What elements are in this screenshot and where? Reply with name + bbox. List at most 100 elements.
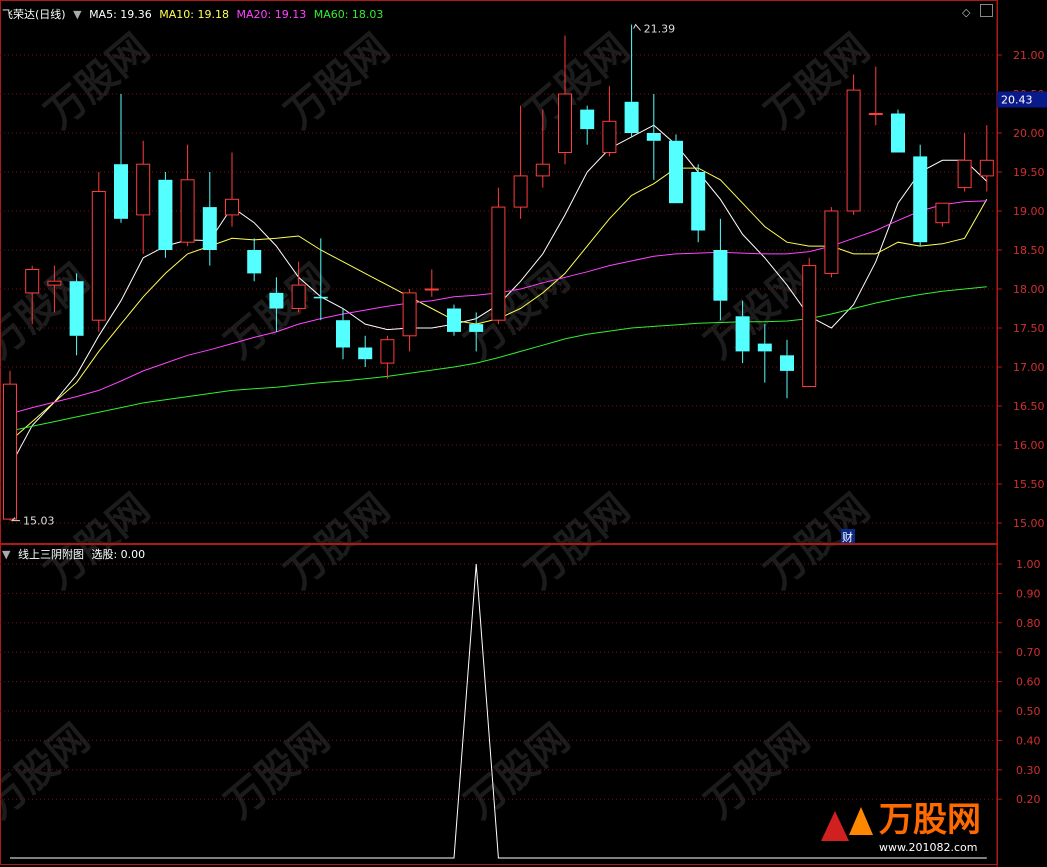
candlestick	[891, 109, 905, 153]
candlestick	[402, 289, 417, 352]
candle-body-up	[824, 210, 839, 274]
watermark-text: 万股网	[217, 715, 338, 827]
price-tick-label: 18.00	[1013, 283, 1045, 296]
watermark-text: 万股网	[37, 485, 158, 597]
candlestick	[3, 370, 17, 521]
candle-body-down	[735, 316, 750, 352]
candle-body-down	[69, 281, 84, 336]
candle-body-up	[225, 198, 239, 216]
price-tick-label: 15.00	[1013, 517, 1045, 530]
candle-body-up	[3, 383, 17, 520]
price-tick-label: 18.50	[1013, 244, 1045, 257]
candle-body-down	[336, 320, 350, 348]
ma5-label: MA5: 19.36	[89, 8, 152, 21]
watermark-pattern: 万股网 万股网 万股网 万股网万股网 万股网 万股网 万股网万股网 万股网 万股网 万股网万股网万…	[0, 25, 878, 827]
candle-body-down	[247, 250, 262, 274]
candlestick	[580, 105, 595, 145]
watermark-text: 万股网	[0, 255, 98, 367]
sub-legend: ▼ 线上三阴附图 选股: 0.00	[2, 546, 149, 562]
candle-body-down	[313, 296, 328, 299]
candlestick	[846, 74, 861, 215]
ma10-label: MA10: 19.18	[159, 8, 229, 21]
candlestick	[669, 134, 683, 204]
watermark-text: 万股网	[277, 485, 398, 597]
watermark-text: 万股网	[37, 25, 158, 137]
candlestick	[491, 187, 506, 325]
diamond-icon[interactable]: ◇	[962, 6, 970, 19]
watermark-text: 万股网	[277, 25, 398, 137]
price-tick-label: 15.50	[1013, 478, 1045, 491]
candlestick	[957, 133, 972, 192]
ma60-label: MA60: 18.03	[313, 8, 384, 21]
candle-body-down	[646, 133, 661, 141]
candle-body-down	[780, 355, 794, 371]
candle-body-up	[957, 159, 972, 189]
candlestick	[202, 172, 217, 266]
candlestick	[913, 144, 928, 247]
brand-watermark: 万股网 www.201082.com	[809, 789, 1029, 859]
candle-body-up	[25, 269, 40, 294]
candle-body-up	[846, 89, 861, 212]
finance-marker: 财	[842, 530, 853, 544]
candle-body-down	[469, 324, 484, 332]
candle-body-down	[447, 308, 461, 332]
candle-body-down	[114, 164, 128, 219]
candlestick	[358, 335, 373, 367]
chevron-down-icon[interactable]: ▼	[2, 548, 10, 561]
candlestick	[69, 273, 84, 356]
candlestick	[780, 339, 794, 399]
brand-url: www.201082.com	[879, 841, 977, 854]
candle-body-down	[358, 347, 373, 360]
watermark-text: 万股网	[517, 485, 638, 597]
candlestick	[868, 66, 883, 126]
indicator-tick-label: 0.40	[1016, 734, 1041, 747]
stock-chart[interactable]: 万股网 万股网 万股网 万股网万股网 万股网 万股网 万股网万股网 万股网 万股网 万股网万股网万…	[0, 0, 1047, 867]
candlestick	[247, 238, 262, 282]
candle-body-up	[935, 202, 950, 224]
high-arrow-icon	[633, 23, 641, 31]
price-tick-label: 17.00	[1013, 361, 1045, 374]
candle-body-up	[558, 93, 572, 153]
indicator-tick-label: 1.00	[1016, 558, 1041, 571]
candle-body-down	[913, 156, 928, 243]
candle-body-down	[624, 101, 639, 133]
ma20-label: MA20: 19.13	[236, 8, 307, 21]
candle-body-up	[180, 179, 195, 243]
candlestick	[513, 105, 528, 219]
candle-body-up	[91, 191, 106, 321]
watermark-text: 万股网	[0, 715, 98, 827]
price-tick-label: 16.50	[1013, 400, 1045, 413]
price-axis: 21.0020.5020.0019.5019.0018.5018.0017.50…	[997, 49, 1045, 806]
candle-body-up	[291, 284, 306, 310]
candlesticks[interactable]	[3, 24, 994, 521]
arrow-icon	[821, 811, 849, 841]
indicator-tick-label: 0.30	[1016, 764, 1041, 777]
candle-body-down	[891, 113, 905, 153]
indicator-tick-label: 0.90	[1016, 587, 1041, 600]
candle-body-up	[979, 159, 994, 177]
candlestick	[158, 172, 173, 258]
candle-body-down	[269, 292, 284, 309]
maximize-icon[interactable]	[980, 4, 993, 17]
candle-body-up	[380, 339, 395, 364]
candle-body-up	[47, 280, 62, 286]
candle-body-down	[757, 343, 772, 352]
stock-title: 飞荣达(日线)	[2, 8, 66, 21]
candle-body-down	[691, 172, 706, 231]
price-tick-label: 19.50	[1013, 166, 1045, 179]
watermark-text: 万股网	[697, 715, 818, 827]
watermark-text: 万股网	[217, 255, 338, 367]
candlestick	[136, 140, 151, 254]
indicator-tick-label: 0.60	[1016, 676, 1041, 689]
candle-body-up	[868, 113, 883, 115]
low-price-label: 15.03	[23, 515, 55, 528]
indicator-tick-label: 0.70	[1016, 646, 1041, 659]
indicator-value: 选股: 0.00	[91, 548, 146, 561]
chevron-down-icon[interactable]: ▼	[73, 8, 81, 21]
watermark-text: 万股网	[517, 25, 638, 137]
candlestick	[180, 144, 195, 247]
candlestick	[824, 207, 839, 278]
candle-body-up	[402, 292, 417, 337]
candlestick	[979, 125, 994, 192]
watermark-text: 万股网	[757, 485, 878, 597]
